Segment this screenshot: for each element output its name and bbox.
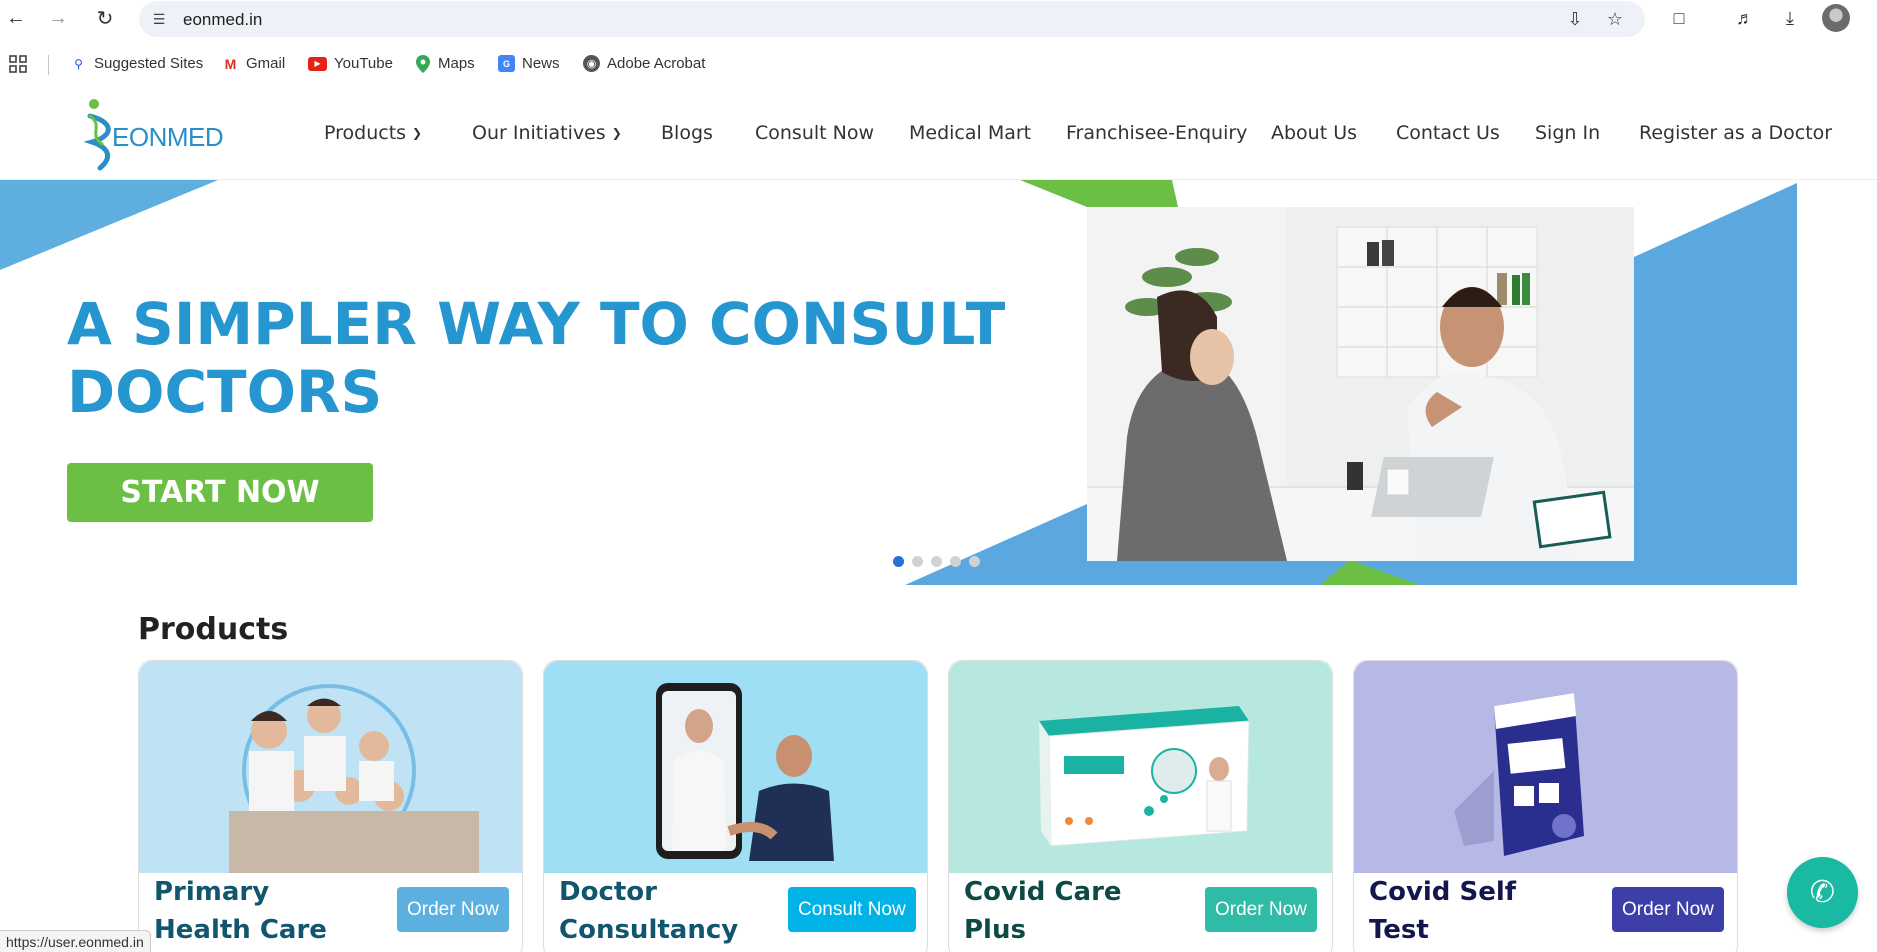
product-card-covid-care-plus[interactable]: Covid Care Plus Order Now bbox=[948, 660, 1333, 952]
doctor-phone-image bbox=[544, 661, 927, 873]
hero-banner: A SIMPLER WAY TO CONSULT DOCTORS START N… bbox=[0, 180, 1877, 586]
apps-grid-icon[interactable] bbox=[9, 55, 27, 73]
nav-label: Products bbox=[324, 122, 407, 144]
logo-text: EONMED bbox=[112, 122, 224, 152]
bookmark-youtube[interactable]: ▶ YouTube bbox=[308, 55, 393, 72]
covid-care-kit-image bbox=[949, 661, 1332, 873]
bookmark-adobe-acrobat[interactable]: ◉ Adobe Acrobat bbox=[583, 55, 705, 72]
product-card-primary-health-care[interactable]: Primary Health Care Order Now bbox=[138, 660, 523, 952]
carousel-dot-2[interactable] bbox=[912, 556, 923, 567]
product-name-line1: Covid Care bbox=[964, 877, 1122, 907]
product-name-line2: Health Care bbox=[154, 915, 327, 945]
maps-icon bbox=[414, 54, 431, 73]
carousel-indicators bbox=[893, 556, 980, 567]
nav-register-as-doctor[interactable]: Register as a Doctor bbox=[1639, 122, 1832, 144]
covid-self-test-kit-image bbox=[1354, 661, 1737, 873]
address-bar[interactable]: ☰ eonmed.in ⇩ ☆ bbox=[139, 1, 1645, 37]
browser-toolbar: ← → ↻ ☰ eonmed.in ⇩ ☆ □ ♬ ⤓ bbox=[0, 0, 1877, 38]
bookmark-label: Gmail bbox=[246, 55, 286, 72]
nav-franchisee-enquiry[interactable]: Franchisee-Enquiry bbox=[1066, 122, 1247, 144]
product-name-line2: Test bbox=[1369, 915, 1429, 945]
nav-label: Our Initiatives bbox=[472, 122, 606, 144]
chevron-down-icon: ❯ bbox=[412, 126, 423, 140]
carousel-dot-3[interactable] bbox=[931, 556, 942, 567]
forward-arrow-icon[interactable]: → bbox=[44, 4, 72, 32]
product-card-covid-self-test[interactable]: Covid Self Test Order Now bbox=[1353, 660, 1738, 952]
youtube-icon: ▶ bbox=[308, 56, 327, 71]
bookmark-suggested-sites[interactable]: ⚲ Suggested Sites bbox=[70, 55, 203, 72]
bookmark-label: News bbox=[522, 55, 560, 72]
back-arrow-icon[interactable]: ← bbox=[2, 4, 30, 32]
reload-icon[interactable]: ↻ bbox=[91, 4, 119, 32]
order-now-button[interactable]: Order Now bbox=[397, 887, 509, 932]
nav-contact-us[interactable]: Contact Us bbox=[1396, 122, 1500, 144]
nav-sign-in[interactable]: Sign In bbox=[1535, 122, 1600, 144]
nav-products[interactable]: Products ❯ bbox=[324, 122, 422, 144]
order-now-button[interactable]: Order Now bbox=[1612, 887, 1724, 932]
product-name: Doctor Consultancy bbox=[559, 873, 779, 949]
install-app-icon[interactable]: ⇩ bbox=[1563, 7, 1587, 31]
url-text[interactable]: eonmed.in bbox=[183, 10, 262, 30]
hero-title: A SIMPLER WAY TO CONSULT DOCTORS bbox=[67, 290, 1005, 426]
consult-now-button[interactable]: Consult Now bbox=[788, 887, 916, 932]
hero-title-line1: A SIMPLER WAY TO CONSULT bbox=[67, 290, 1006, 358]
call-button[interactable]: ✆ bbox=[1787, 857, 1858, 928]
globe-icon: ◉ bbox=[583, 55, 600, 72]
download-icon[interactable]: ⤓ bbox=[1776, 4, 1804, 32]
order-now-button[interactable]: Order Now bbox=[1205, 887, 1317, 932]
bookmark-label: Adobe Acrobat bbox=[607, 55, 706, 72]
bookmark-news[interactable]: G News bbox=[498, 55, 560, 72]
product-name-line1: Primary bbox=[154, 877, 270, 907]
bookmark-label: Maps bbox=[438, 55, 475, 72]
bookmark-label: Suggested Sites bbox=[94, 55, 204, 72]
carousel-dot-1[interactable] bbox=[893, 556, 904, 567]
bookmark-star-icon[interactable]: ☆ bbox=[1603, 7, 1627, 31]
product-card-doctor-consultancy[interactable]: Doctor Consultancy Consult Now bbox=[543, 660, 928, 952]
site-header: EONMED Products ❯ Our Initiatives ❯ Blogs … bbox=[0, 88, 1877, 180]
bookmarks-bar: ⚲ Suggested Sites M Gmail ▶ YouTube Maps… bbox=[0, 46, 1877, 82]
hero-doctor-consultation-image bbox=[1087, 207, 1634, 561]
nav-consult-now[interactable]: Consult Now bbox=[755, 122, 874, 144]
site-info-icon[interactable]: ☰ bbox=[149, 9, 169, 29]
bookmarks-divider bbox=[48, 55, 49, 75]
product-name: Covid Self Test bbox=[1369, 873, 1589, 949]
carousel-dot-5[interactable] bbox=[969, 556, 980, 567]
bookmark-gmail[interactable]: M Gmail bbox=[222, 55, 286, 72]
eonmed-logo[interactable]: EONMED bbox=[84, 96, 224, 172]
nav-about-us[interactable]: About Us bbox=[1271, 122, 1357, 144]
family-image bbox=[139, 661, 522, 873]
product-name-line1: Doctor bbox=[559, 877, 657, 907]
product-name: Covid Care Plus bbox=[964, 873, 1184, 949]
product-name-line2: Consultancy bbox=[559, 915, 739, 945]
chevron-down-icon: ❯ bbox=[611, 126, 622, 140]
gmail-icon: M bbox=[224, 55, 237, 72]
media-control-icon[interactable]: ♬ bbox=[1731, 4, 1759, 32]
nav-medical-mart[interactable]: Medical Mart bbox=[909, 122, 1031, 144]
nav-our-initiatives[interactable]: Our Initiatives ❯ bbox=[472, 122, 622, 144]
status-bar-url: https://user.eonmed.in bbox=[0, 930, 151, 952]
extensions-icon[interactable]: □ bbox=[1665, 4, 1693, 32]
product-name: Primary Health Care bbox=[154, 873, 374, 949]
nav-blogs[interactable]: Blogs bbox=[661, 122, 713, 144]
profile-avatar[interactable] bbox=[1822, 4, 1850, 32]
start-now-button[interactable]: START NOW bbox=[67, 463, 373, 522]
product-name-line1: Covid Self bbox=[1369, 877, 1517, 907]
bookmark-label: YouTube bbox=[334, 55, 393, 72]
search-icon: ⚲ bbox=[74, 56, 83, 71]
product-name-line2: Plus bbox=[964, 915, 1026, 945]
news-icon: G bbox=[498, 55, 515, 72]
hero-title-line2: DOCTORS bbox=[67, 358, 383, 426]
carousel-dot-4[interactable] bbox=[950, 556, 961, 567]
products-heading: Products bbox=[138, 612, 289, 647]
bookmark-maps[interactable]: Maps bbox=[414, 54, 475, 73]
phone-icon: ✆ bbox=[1809, 876, 1836, 909]
